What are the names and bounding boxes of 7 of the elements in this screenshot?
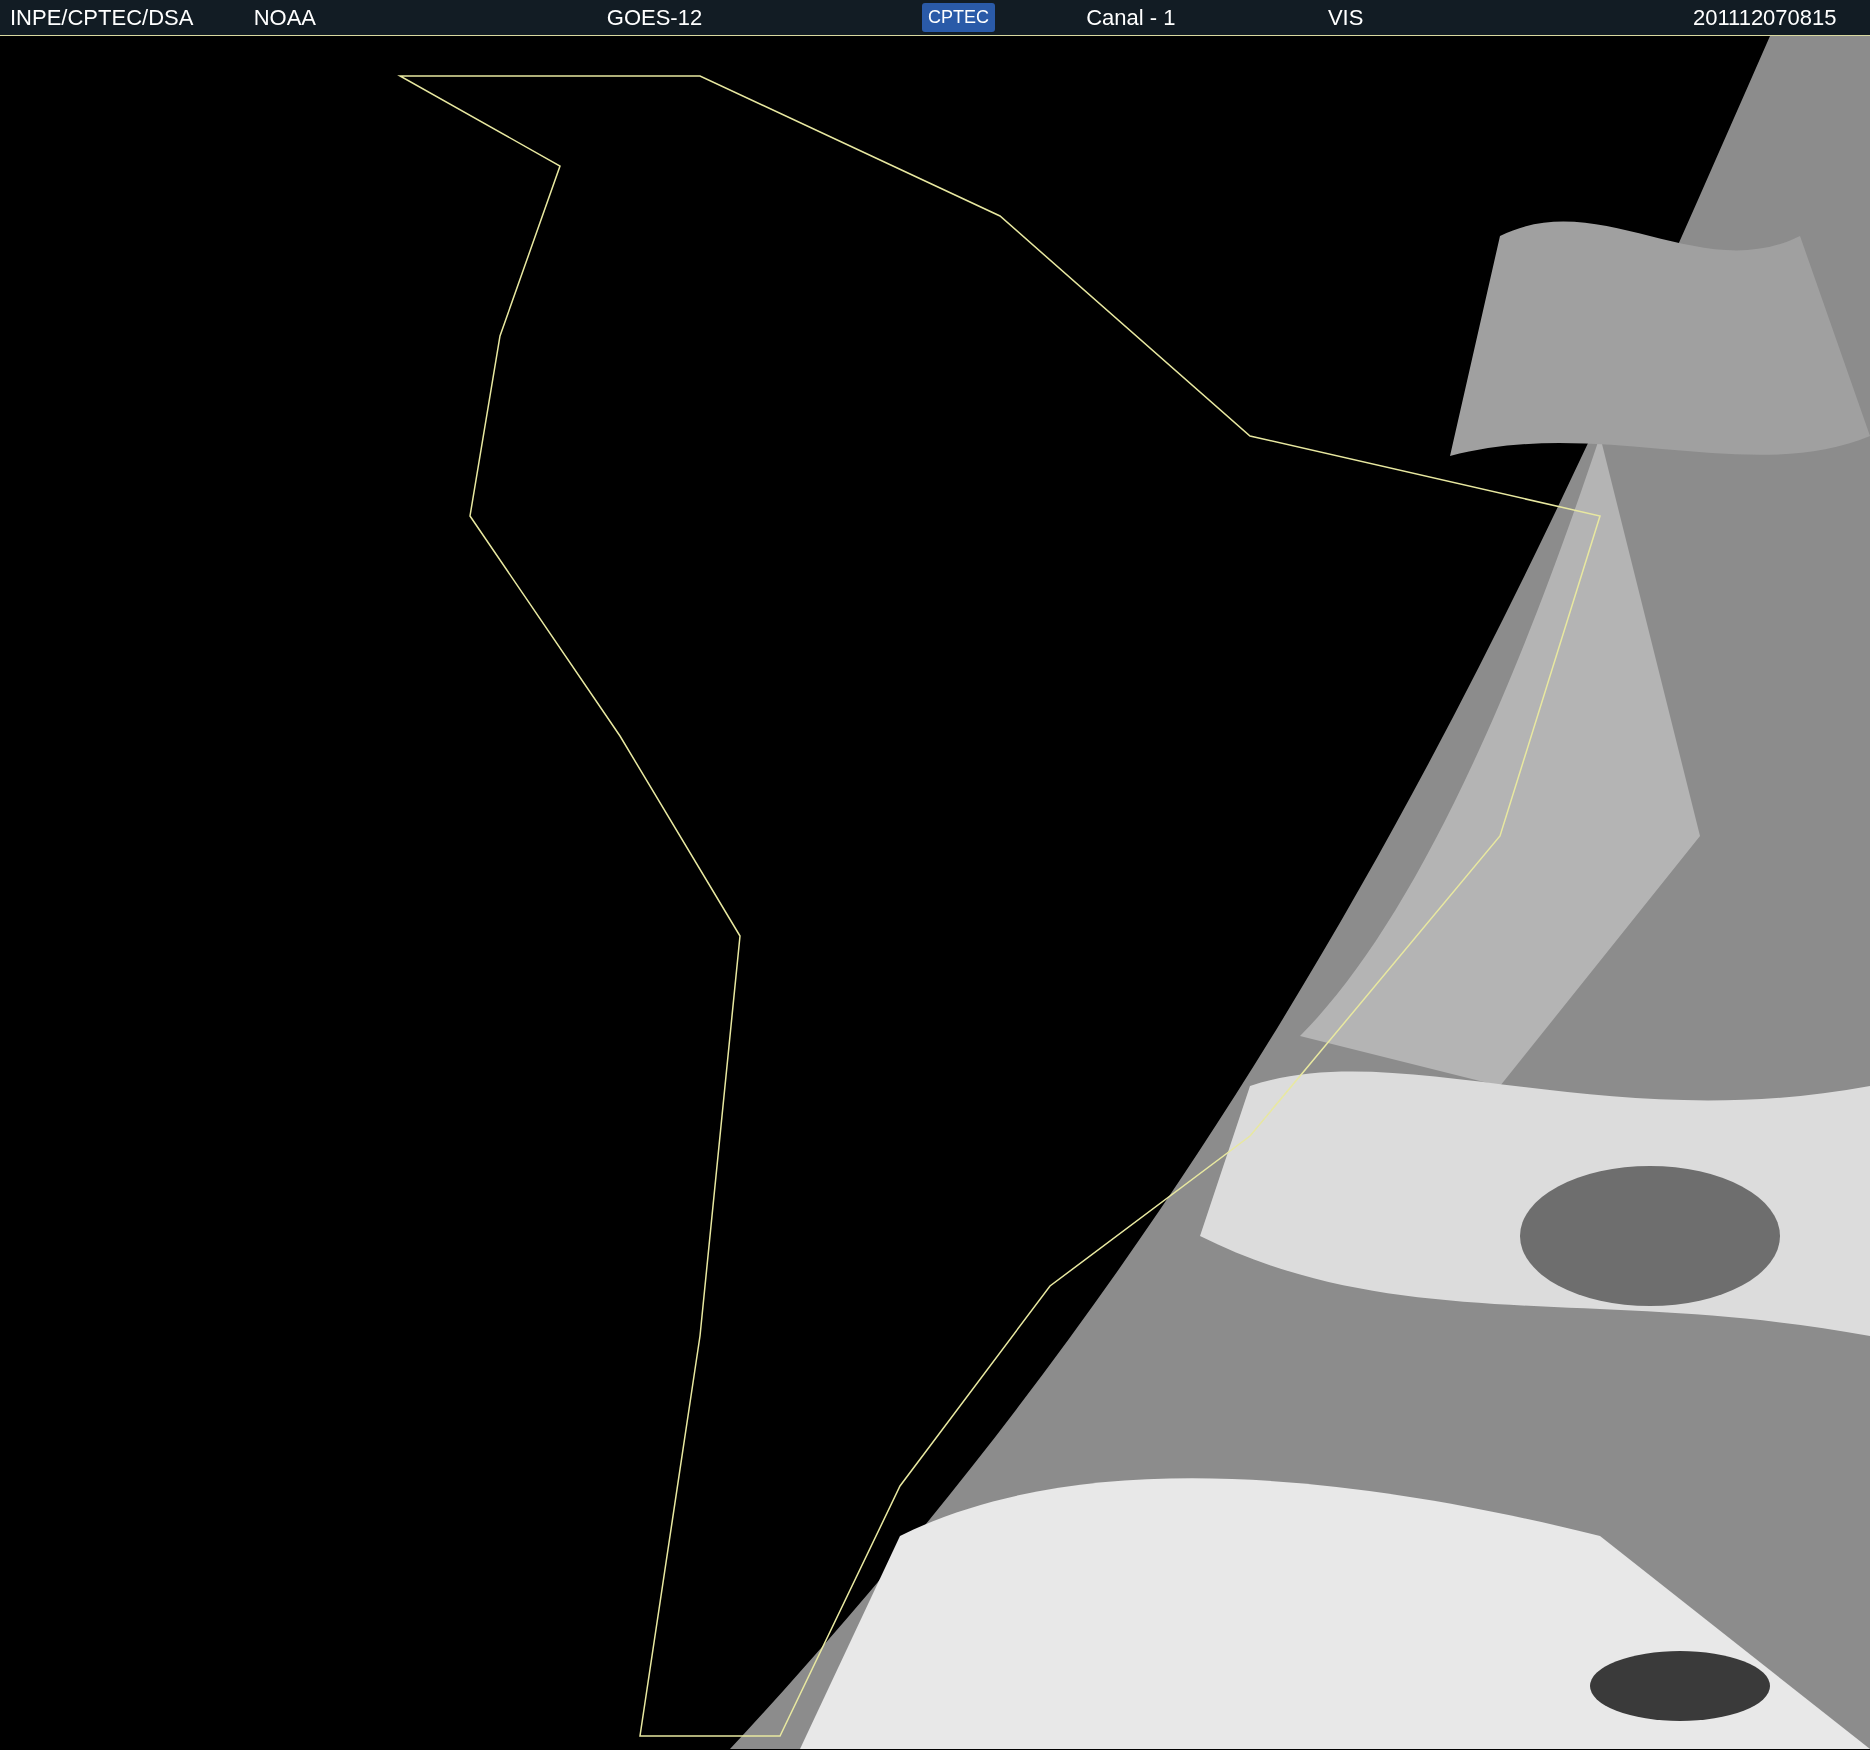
header-text: 201112070815 bbox=[1692, 4, 1837, 31]
logo: CPTEC bbox=[922, 3, 996, 32]
header-text: VIS bbox=[1327, 4, 1364, 31]
header-text: GOES-12 bbox=[606, 4, 703, 31]
header-text: Canal - 1 bbox=[1086, 4, 1176, 31]
header-text: NOAA bbox=[253, 4, 317, 31]
header-text: INPE/CPTEC/DSA bbox=[10, 4, 194, 31]
